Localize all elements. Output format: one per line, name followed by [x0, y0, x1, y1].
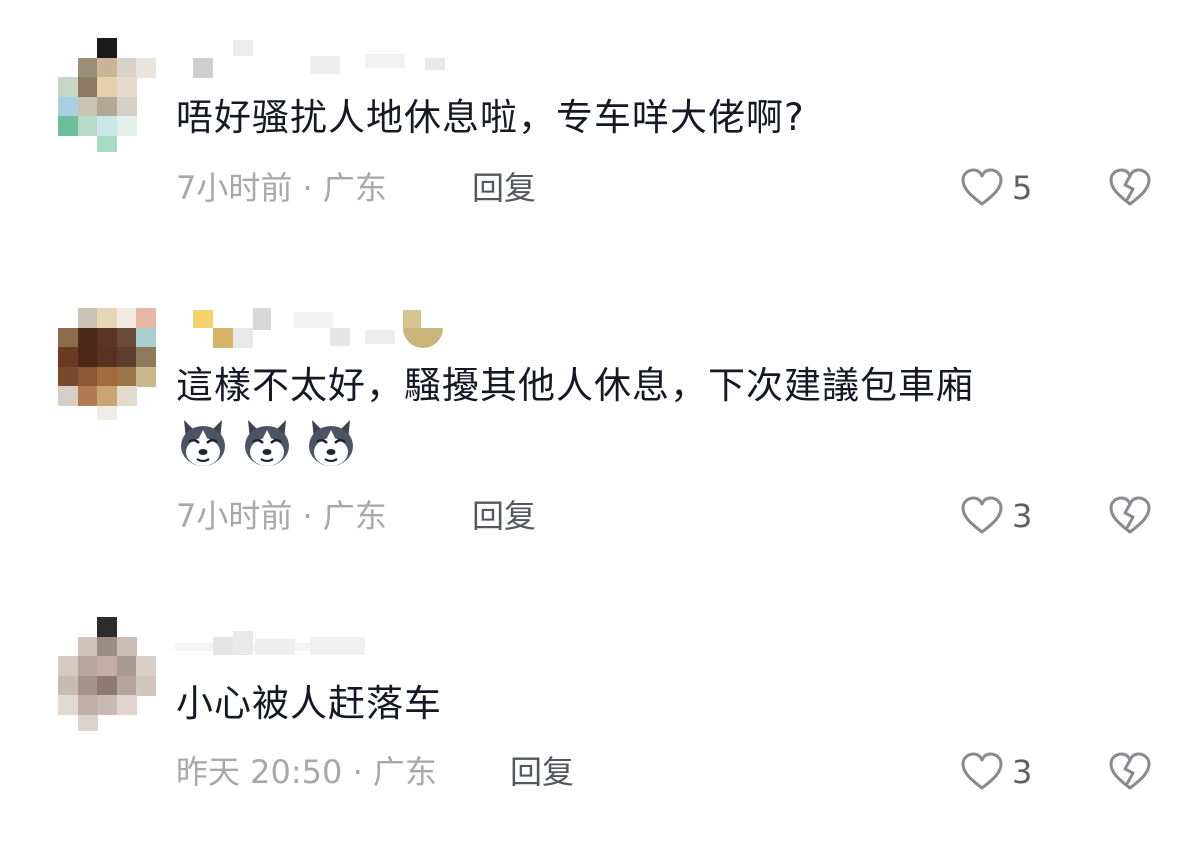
husky-dog-emoji — [181, 420, 225, 466]
reply-button[interactable]: 回复 — [472, 496, 536, 536]
comment-meta: 7小时前 · 广东 — [176, 169, 387, 207]
comment-text: 唔好骚扰人地休息啦，专车咩大佬啊? — [176, 96, 805, 139]
heart-outline-icon — [961, 752, 1003, 790]
broken-heart-icon[interactable] — [1108, 752, 1152, 792]
like-button[interactable]: 5 — [960, 168, 1032, 208]
like-button[interactable]: 3 — [960, 496, 1032, 536]
like-count: 5 — [1012, 169, 1033, 207]
avatar[interactable] — [58, 308, 156, 420]
reply-button[interactable]: 回复 — [472, 168, 536, 208]
husky-dog-emoji — [245, 420, 289, 466]
comment-text: 這樣不太好，騷擾其他人休息，下次建議包車廂 — [176, 364, 974, 407]
username[interactable] — [175, 617, 455, 657]
like-count: 3 — [1012, 497, 1033, 535]
emoji-row — [176, 416, 358, 470]
broken-heart-icon[interactable] — [1108, 496, 1152, 536]
heart-outline-icon — [961, 496, 1003, 534]
like-count: 3 — [1012, 753, 1033, 791]
avatar[interactable] — [58, 617, 156, 731]
comment-text: 小心被人赶落车 — [176, 682, 442, 725]
comment-meta: 7小时前 · 广东 — [176, 497, 387, 535]
avatar[interactable] — [58, 38, 156, 152]
reply-button[interactable]: 回复 — [510, 752, 574, 792]
husky-dog-emoji — [309, 420, 353, 466]
username[interactable] — [175, 38, 455, 78]
comment-meta: 昨天 20:50 · 广东 — [176, 753, 437, 791]
heart-outline-icon — [961, 168, 1003, 206]
username[interactable] — [175, 308, 455, 348]
broken-heart-icon[interactable] — [1108, 168, 1152, 208]
like-button[interactable]: 3 — [960, 752, 1032, 792]
